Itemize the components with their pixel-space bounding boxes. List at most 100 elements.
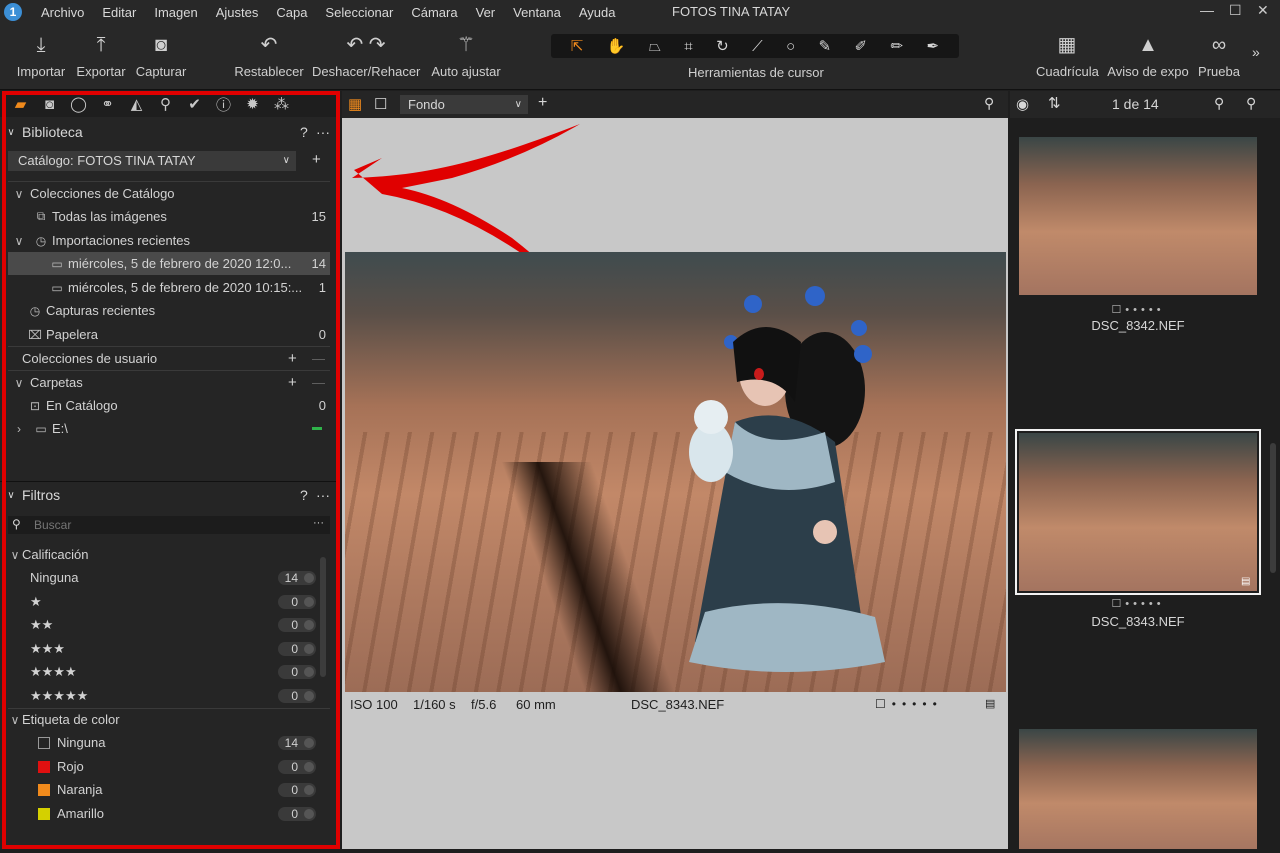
- menu-ver[interactable]: Ver: [467, 5, 505, 20]
- library-header[interactable]: ∨ Biblioteca ? ···: [0, 120, 340, 144]
- rating-row[interactable]: ★★★★★ 0: [8, 684, 330, 707]
- color-tab-icon[interactable]: ⚭: [93, 95, 122, 113]
- color-section-header[interactable]: ∨ Etiqueta de color: [8, 708, 330, 731]
- background-select[interactable]: Fondo ∨: [400, 95, 528, 114]
- color-row[interactable]: Ninguna 14: [8, 731, 330, 754]
- multi-view-icon[interactable]: ▦: [348, 95, 362, 113]
- rating-row[interactable]: ★★★★ 0: [8, 660, 330, 683]
- all-images-item[interactable]: ⧉ Todas las imágenes 15: [8, 205, 330, 228]
- export-button[interactable]: ⤒ Exportar: [74, 32, 128, 79]
- rating-row[interactable]: Ninguna 14: [8, 566, 330, 589]
- library-tab-icon[interactable]: ▰: [6, 95, 35, 113]
- rating-row[interactable]: ★ 0: [8, 590, 330, 613]
- import-item-2[interactable]: ▭ miércoles, 5 de febrero de 2020 10:15:…: [8, 276, 330, 299]
- lens-tab-icon[interactable]: ◯: [64, 95, 93, 113]
- thumbnail-2[interactable]: [1015, 429, 1261, 595]
- catalog-select[interactable]: Catálogo: FOTOS TINA TATAY ∨: [8, 151, 296, 171]
- filter-search-input[interactable]: [34, 517, 274, 533]
- color-row[interactable]: Rojo 0: [8, 755, 330, 778]
- menu-ayuda[interactable]: Ayuda: [570, 5, 625, 20]
- proof-button[interactable]: ∞ Prueba: [1196, 32, 1242, 79]
- remove-collection-icon[interactable]: —: [312, 351, 325, 366]
- details-tab-icon[interactable]: ⚲: [151, 95, 180, 113]
- menu-ajustes[interactable]: Ajustes: [207, 5, 268, 20]
- import-item-1[interactable]: ▭ miércoles, 5 de febrero de 2020 12:0..…: [8, 252, 330, 275]
- rating-row[interactable]: ★★★ 0: [8, 637, 330, 660]
- zoom-in-icon[interactable]: ⚲: [1214, 95, 1224, 112]
- catalog-collections-item[interactable]: ∨ Colecciones de Catálogo: [8, 182, 330, 205]
- capture-tab-icon[interactable]: ◙: [35, 96, 64, 113]
- circle-tool-icon[interactable]: ○: [786, 38, 795, 55]
- thumbnail-1-rating[interactable]: ☐•••••: [1018, 303, 1258, 316]
- trash-item[interactable]: ⌧ Papelera 0: [8, 323, 330, 346]
- color-row[interactable]: Amarillo 0: [8, 802, 330, 825]
- rating-row[interactable]: ★★ 0: [8, 613, 330, 636]
- main-photo[interactable]: [345, 252, 1006, 692]
- exposure-warning-button[interactable]: ▲ Aviso de expo: [1106, 32, 1190, 79]
- browser-scrollbar[interactable]: [1270, 443, 1276, 573]
- filters-help-icon[interactable]: ?: [300, 487, 308, 503]
- menu-capa[interactable]: Capa: [267, 5, 316, 20]
- filter-search-box[interactable]: ⚲ ···: [8, 516, 330, 534]
- more-tools-icon[interactable]: »: [1252, 44, 1260, 60]
- thumbnail-3[interactable]: [1019, 729, 1257, 853]
- recent-imports-item[interactable]: ∨ ◷ Importaciones recientes: [8, 229, 330, 252]
- folders-item[interactable]: ∨ Carpetas + —: [8, 371, 330, 394]
- menu-editar[interactable]: Editar: [93, 5, 145, 20]
- menu-imagen[interactable]: Imagen: [145, 5, 206, 20]
- rating-section-header[interactable]: ∨ Calificación: [8, 543, 330, 566]
- sort-icon[interactable]: ⇅: [1048, 94, 1061, 112]
- capture-button[interactable]: ◙ Capturar: [134, 32, 188, 79]
- crop-tool-icon[interactable]: ⌗: [684, 38, 692, 55]
- rating-dots[interactable]: ☐•••••: [875, 697, 943, 711]
- minimize-icon[interactable]: —: [1200, 2, 1214, 18]
- picker-tool-icon[interactable]: ✐: [855, 37, 868, 55]
- single-view-icon[interactable]: ☐: [374, 95, 387, 113]
- filters-header[interactable]: ∨ Filtros ? ···: [0, 483, 340, 507]
- annotate-tool-icon[interactable]: ✒: [927, 37, 940, 55]
- thumbnail-1[interactable]: [1019, 137, 1257, 295]
- undo-redo-button[interactable]: ↶ ↷ Deshacer/Rehacer: [312, 32, 420, 79]
- remove-folder-icon[interactable]: —: [312, 375, 325, 390]
- drive-item[interactable]: › ▭ E:\: [8, 417, 330, 440]
- library-more-icon[interactable]: ···: [316, 124, 330, 140]
- thumbnail-2-rating[interactable]: ☐•••••: [1018, 597, 1258, 610]
- rotate-tool-icon[interactable]: ↻: [716, 37, 729, 55]
- filters-more-icon[interactable]: ···: [316, 487, 330, 503]
- close-icon[interactable]: ✕: [1257, 2, 1269, 19]
- select-cursor-icon[interactable]: ⇱: [571, 37, 584, 55]
- auto-adjust-button[interactable]: ⚚ Auto ajustar: [430, 32, 502, 79]
- hand-tool-icon[interactable]: ✋: [607, 37, 626, 55]
- exposure-tab-icon[interactable]: ◭: [122, 95, 151, 113]
- zoom-icon[interactable]: ⚲: [984, 95, 994, 112]
- menu-ventana[interactable]: Ventana: [504, 5, 570, 20]
- recent-captures-item[interactable]: ◷ Capturas recientes: [8, 299, 330, 322]
- menu-camara[interactable]: Cámara: [402, 5, 466, 20]
- output-tab-icon[interactable]: ✹: [238, 95, 267, 113]
- eye-icon[interactable]: ◉: [1016, 95, 1029, 113]
- in-catalog-item[interactable]: ⊡ En Catálogo 0: [8, 394, 330, 417]
- grid-button[interactable]: ▦ Cuadrícula: [1036, 32, 1099, 79]
- color-row[interactable]: Naranja 0: [8, 778, 330, 801]
- eraser-tool-icon[interactable]: ✏: [891, 37, 904, 55]
- add-collection-icon[interactable]: +: [288, 350, 297, 367]
- adjustments-tab-icon[interactable]: ✔: [180, 95, 209, 113]
- reset-button[interactable]: ↶ Restablecer: [234, 32, 304, 79]
- batch-tab-icon[interactable]: ⁂: [267, 95, 296, 113]
- brush-tool-icon[interactable]: ✎: [819, 37, 832, 55]
- add-folder-icon[interactable]: +: [288, 374, 297, 391]
- add-catalog-icon[interactable]: +: [312, 151, 321, 168]
- tag-icon[interactable]: ▤: [985, 697, 995, 710]
- import-button[interactable]: ⤓ Importar: [14, 32, 68, 79]
- maximize-icon[interactable]: ☐: [1229, 2, 1242, 19]
- menu-archivo[interactable]: Archivo: [32, 5, 93, 20]
- library-help-icon[interactable]: ?: [300, 124, 308, 140]
- search-icon[interactable]: ⚲: [1246, 95, 1256, 112]
- filters-scrollbar[interactable]: [320, 557, 326, 677]
- straighten-tool-icon[interactable]: ⟋: [752, 38, 763, 55]
- user-collections-item[interactable]: Colecciones de usuario + —: [8, 347, 330, 370]
- menu-seleccionar[interactable]: Seleccionar: [316, 5, 402, 20]
- search-options-icon[interactable]: ···: [313, 517, 324, 529]
- keystone-tool-icon[interactable]: ⏢: [649, 38, 661, 55]
- add-variant-icon[interactable]: +: [538, 94, 547, 112]
